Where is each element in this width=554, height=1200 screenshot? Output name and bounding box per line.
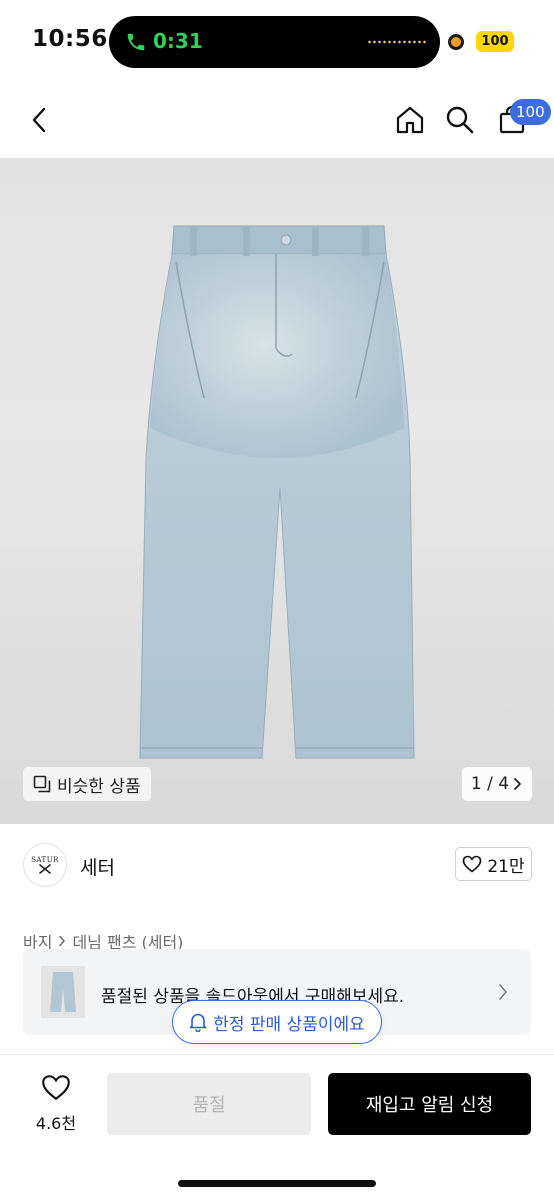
heart-icon bbox=[42, 1075, 70, 1101]
back-button[interactable] bbox=[20, 100, 60, 140]
search-icon bbox=[446, 106, 474, 134]
limited-sale-text: 한정 판매 상품이에요 bbox=[213, 1014, 365, 1035]
chevron-right-icon bbox=[59, 935, 66, 947]
status-time: 10:56 bbox=[32, 26, 108, 52]
brand-name[interactable]: 세터 bbox=[80, 853, 115, 880]
dynamic-island[interactable]: 0:31 bbox=[109, 16, 440, 68]
wishlist-count: 4.6천 bbox=[35, 1114, 77, 1133]
status-bar: 10:56 0:31 100 bbox=[0, 0, 554, 84]
brand-row: SATUR 세터 21만 bbox=[0, 824, 554, 908]
image-page-indicator[interactable]: 1 / 4 bbox=[462, 767, 532, 801]
home-button[interactable] bbox=[390, 100, 430, 140]
brand-logo-text: SATUR bbox=[31, 856, 59, 864]
brand-like-count: 21만 bbox=[487, 856, 525, 877]
page-indicator-text: 1 / 4 bbox=[470, 774, 510, 794]
wishlist-button[interactable]: 4.6천 bbox=[22, 1074, 90, 1134]
heart-icon bbox=[463, 855, 482, 873]
home-icon bbox=[396, 106, 424, 134]
product-image-carousel[interactable]: 비슷한 상품 1 / 4 bbox=[0, 158, 554, 824]
soldout-thumbnail bbox=[41, 966, 85, 1018]
restock-alert-button[interactable]: 재입고 알림 신청 bbox=[328, 1073, 531, 1135]
recording-dot-icon bbox=[448, 34, 464, 50]
product-image-jeans bbox=[139, 225, 415, 759]
limited-sale-notice[interactable]: 한정 판매 상품이에요 bbox=[172, 1000, 382, 1044]
chevron-right-icon bbox=[499, 984, 507, 1000]
chevron-right-icon bbox=[514, 778, 521, 790]
brand-like-button[interactable]: 21만 bbox=[455, 847, 532, 881]
copy-icon bbox=[33, 775, 51, 793]
similar-products-label: 비슷한 상품 bbox=[57, 776, 141, 797]
bell-icon bbox=[189, 1013, 207, 1032]
similar-products-button[interactable]: 비슷한 상품 bbox=[23, 767, 151, 801]
chevron-left-icon bbox=[32, 107, 46, 133]
battery-indicator: 100 bbox=[476, 31, 514, 52]
phone-icon bbox=[127, 33, 145, 51]
home-indicator[interactable] bbox=[178, 1180, 376, 1187]
crossed-bones-icon bbox=[39, 864, 51, 874]
divider bbox=[0, 1054, 554, 1055]
cart-count-badge: 100 bbox=[510, 99, 551, 125]
brand-logo[interactable]: SATUR bbox=[23, 843, 67, 887]
audio-waveform-icon bbox=[367, 40, 427, 44]
nav-bar bbox=[0, 84, 554, 158]
soldout-button: 품절 bbox=[107, 1073, 311, 1135]
call-duration: 0:31 bbox=[153, 29, 203, 53]
search-button[interactable] bbox=[440, 100, 480, 140]
